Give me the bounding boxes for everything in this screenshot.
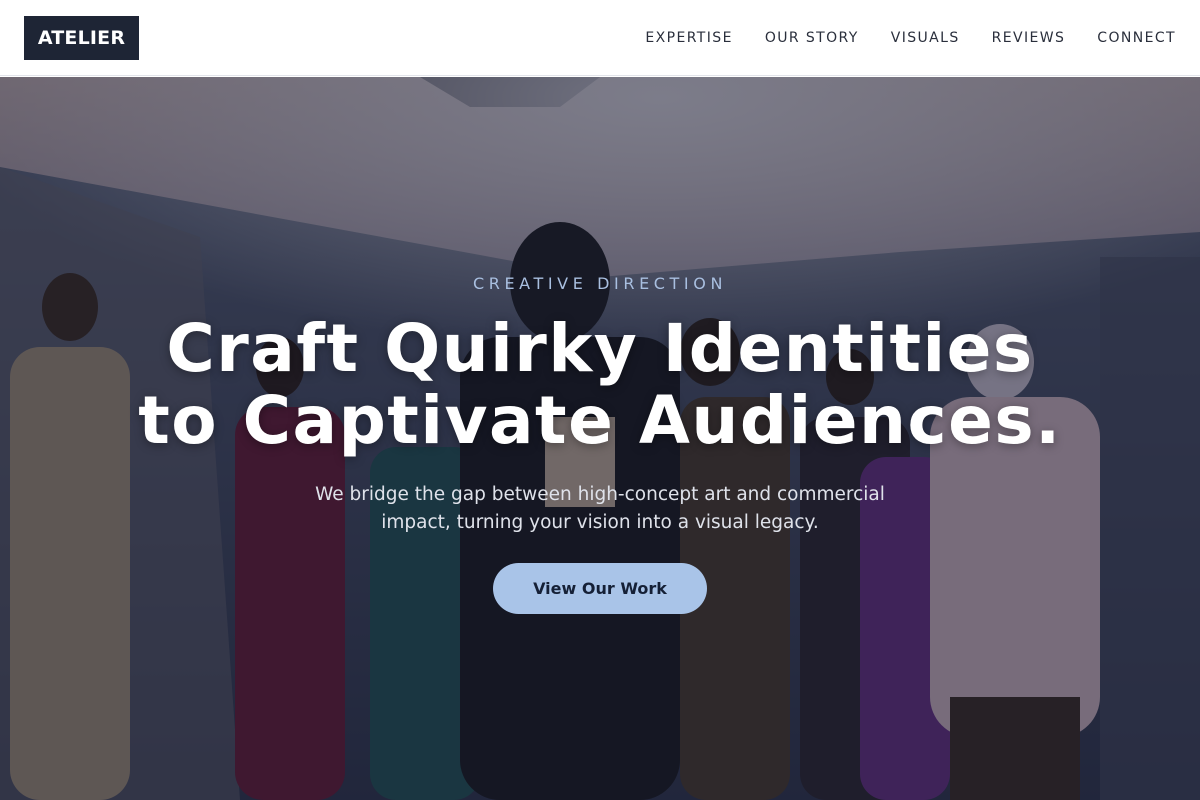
site-header: ATELIER EXPERTISE OUR STORY VISUALS REVI…: [0, 0, 1200, 76]
hero-section: CREATIVE DIRECTION Craft Quirky Identiti…: [0, 77, 1200, 800]
nav-item-our-story[interactable]: OUR STORY: [765, 30, 859, 46]
hero-headline-line1: Craft Quirky Identities: [166, 310, 1034, 387]
nav-item-reviews[interactable]: REVIEWS: [992, 30, 1066, 46]
main-nav: EXPERTISE OUR STORY VISUALS REVIEWS CONN…: [613, 0, 1176, 75]
hero-headline: Craft Quirky Identities to Captivate Aud…: [0, 313, 1200, 457]
nav-item-expertise[interactable]: EXPERTISE: [645, 30, 732, 46]
hero-subtitle: We bridge the gap between high-concept a…: [270, 481, 930, 537]
hero-subtitle-line2: impact, turning your vision into a visua…: [381, 512, 819, 533]
view-our-work-button[interactable]: View Our Work: [493, 563, 707, 614]
brand-logo[interactable]: ATELIER: [24, 15, 139, 60]
hero-headline-line2: to Captivate Audiences.: [138, 382, 1062, 459]
hero-kicker: CREATIVE DIRECTION: [472, 274, 728, 293]
nav-item-visuals[interactable]: VISUALS: [891, 30, 960, 46]
nav-item-connect[interactable]: CONNECT: [1097, 30, 1176, 46]
hero-subtitle-line1: We bridge the gap between high-concept a…: [315, 484, 885, 505]
hero-content: CREATIVE DIRECTION Craft Quirky Identiti…: [0, 77, 1200, 800]
